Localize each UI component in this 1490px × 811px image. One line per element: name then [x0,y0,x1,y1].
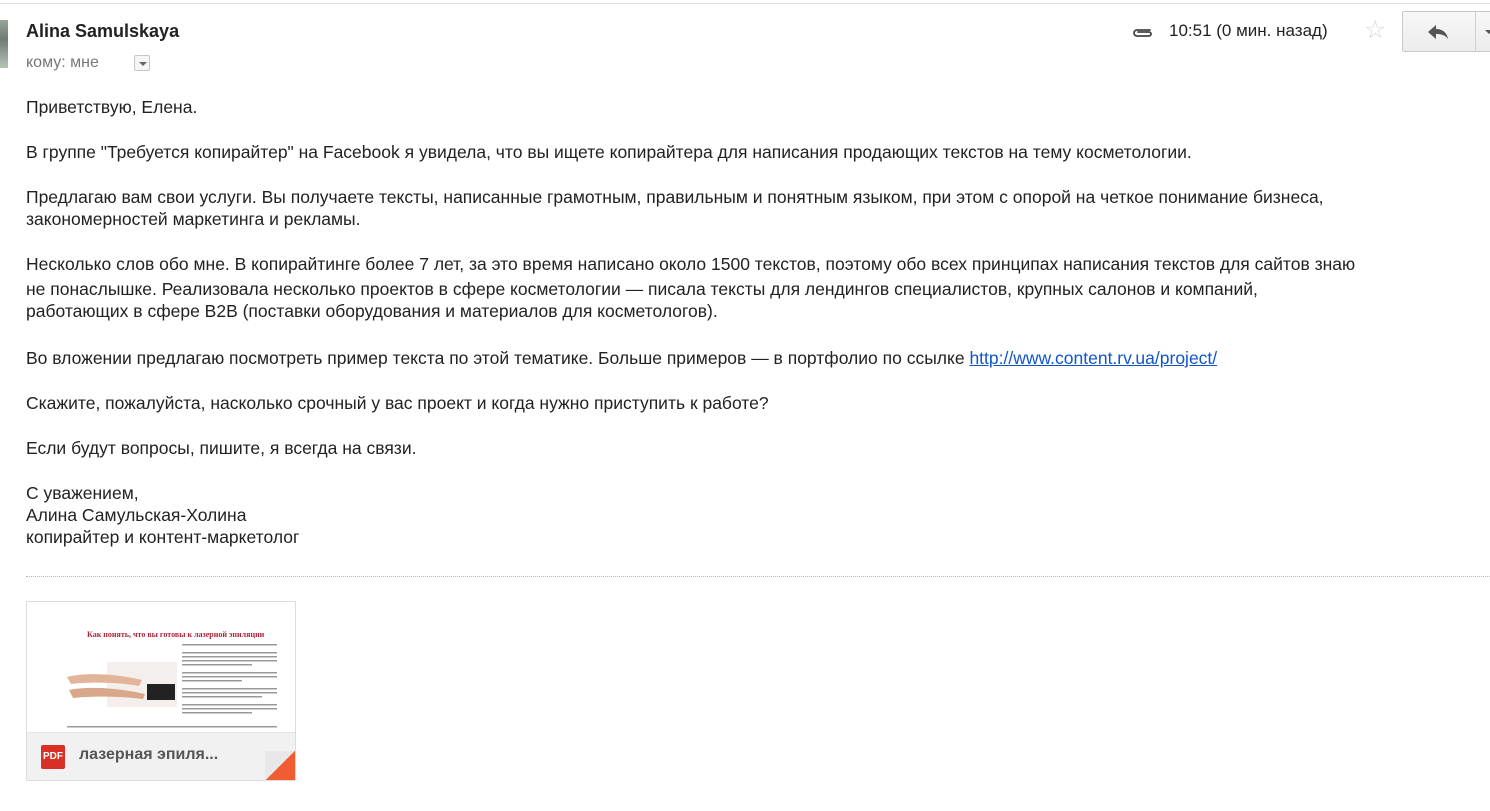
paragraph-3-line-1: Несколько слов обо мне. В копирайтинге б… [26,254,1356,274]
paragraph-3: Несколько слов обо мне. В копирайтинге б… [26,253,1486,322]
paperclip-icon [1133,29,1152,37]
sender-name[interactable]: Alina Samulskaya [26,21,179,42]
recipient-details-dropdown[interactable] [134,55,150,71]
paragraph-5: Скажите, пожалуйста, насколько срочный у… [26,393,769,413]
page-fold-icon [265,751,295,780]
attachment-name[interactable]: лазерная эпиля... [79,746,218,764]
paragraph-3-line-2: не понаслышке. Реализовала несколько про… [26,279,1258,299]
reply-button-group [1402,11,1490,52]
attachment-preview-image [67,644,277,728]
paragraph-2-line-2: закономерностей маркетинга и рекламы. [26,209,361,229]
attachment-preview: Как понять, что вы готовы к лазерной эпи… [27,602,295,732]
pdf-icon: PDF [41,745,65,769]
reply-button[interactable] [1403,12,1476,51]
paragraph-4-text: Во вложении предлагаю посмотреть пример … [26,348,970,368]
message-time: 10:51 (0 мин. назад) [1169,21,1328,40]
attachment-footer: PDF лазерная эпиля... [27,732,295,780]
signature-line-2: Алина Самульская-Холина [26,505,247,525]
attachments-divider [26,576,1490,577]
signature-line-3: копирайтер и контент-маркетолог [26,527,300,547]
more-actions-button[interactable] [1476,12,1490,51]
portfolio-link[interactable]: http://www.content.rv.ua/project/ [969,348,1217,368]
message-body: Приветствую, Елена. В группе "Требуется … [26,96,1486,548]
reply-arrow-icon [1428,25,1448,39]
paragraph-4: Во вложении предлагаю посмотреть пример … [26,347,1486,369]
top-divider [0,3,1490,4]
paragraph-3-line-3: работающих в сфере B2B (поставки оборудо… [26,301,718,321]
greeting: Приветствую, Елена. [26,97,198,117]
star-icon[interactable]: ☆ [1364,18,1386,43]
paragraph-1: В группе "Требуется копирайтер" на Faceb… [26,142,1192,162]
paragraph-6: Если будут вопросы, пишите, я всегда на … [26,438,417,458]
signature: С уважением, Алина Самульская-Холина коп… [26,482,1486,548]
attachment-card[interactable]: Как понять, что вы готовы к лазерной эпи… [26,601,296,781]
paragraph-2: Предлагаю вам свои услуги. Вы получаете … [26,186,1486,230]
recipient-label: кому: мне [26,54,99,71]
sender-avatar[interactable] [0,20,8,68]
signature-line-1: С уважением, [26,483,139,503]
paragraph-2-line-1: Предлагаю вам свои услуги. Вы получаете … [26,187,1324,207]
